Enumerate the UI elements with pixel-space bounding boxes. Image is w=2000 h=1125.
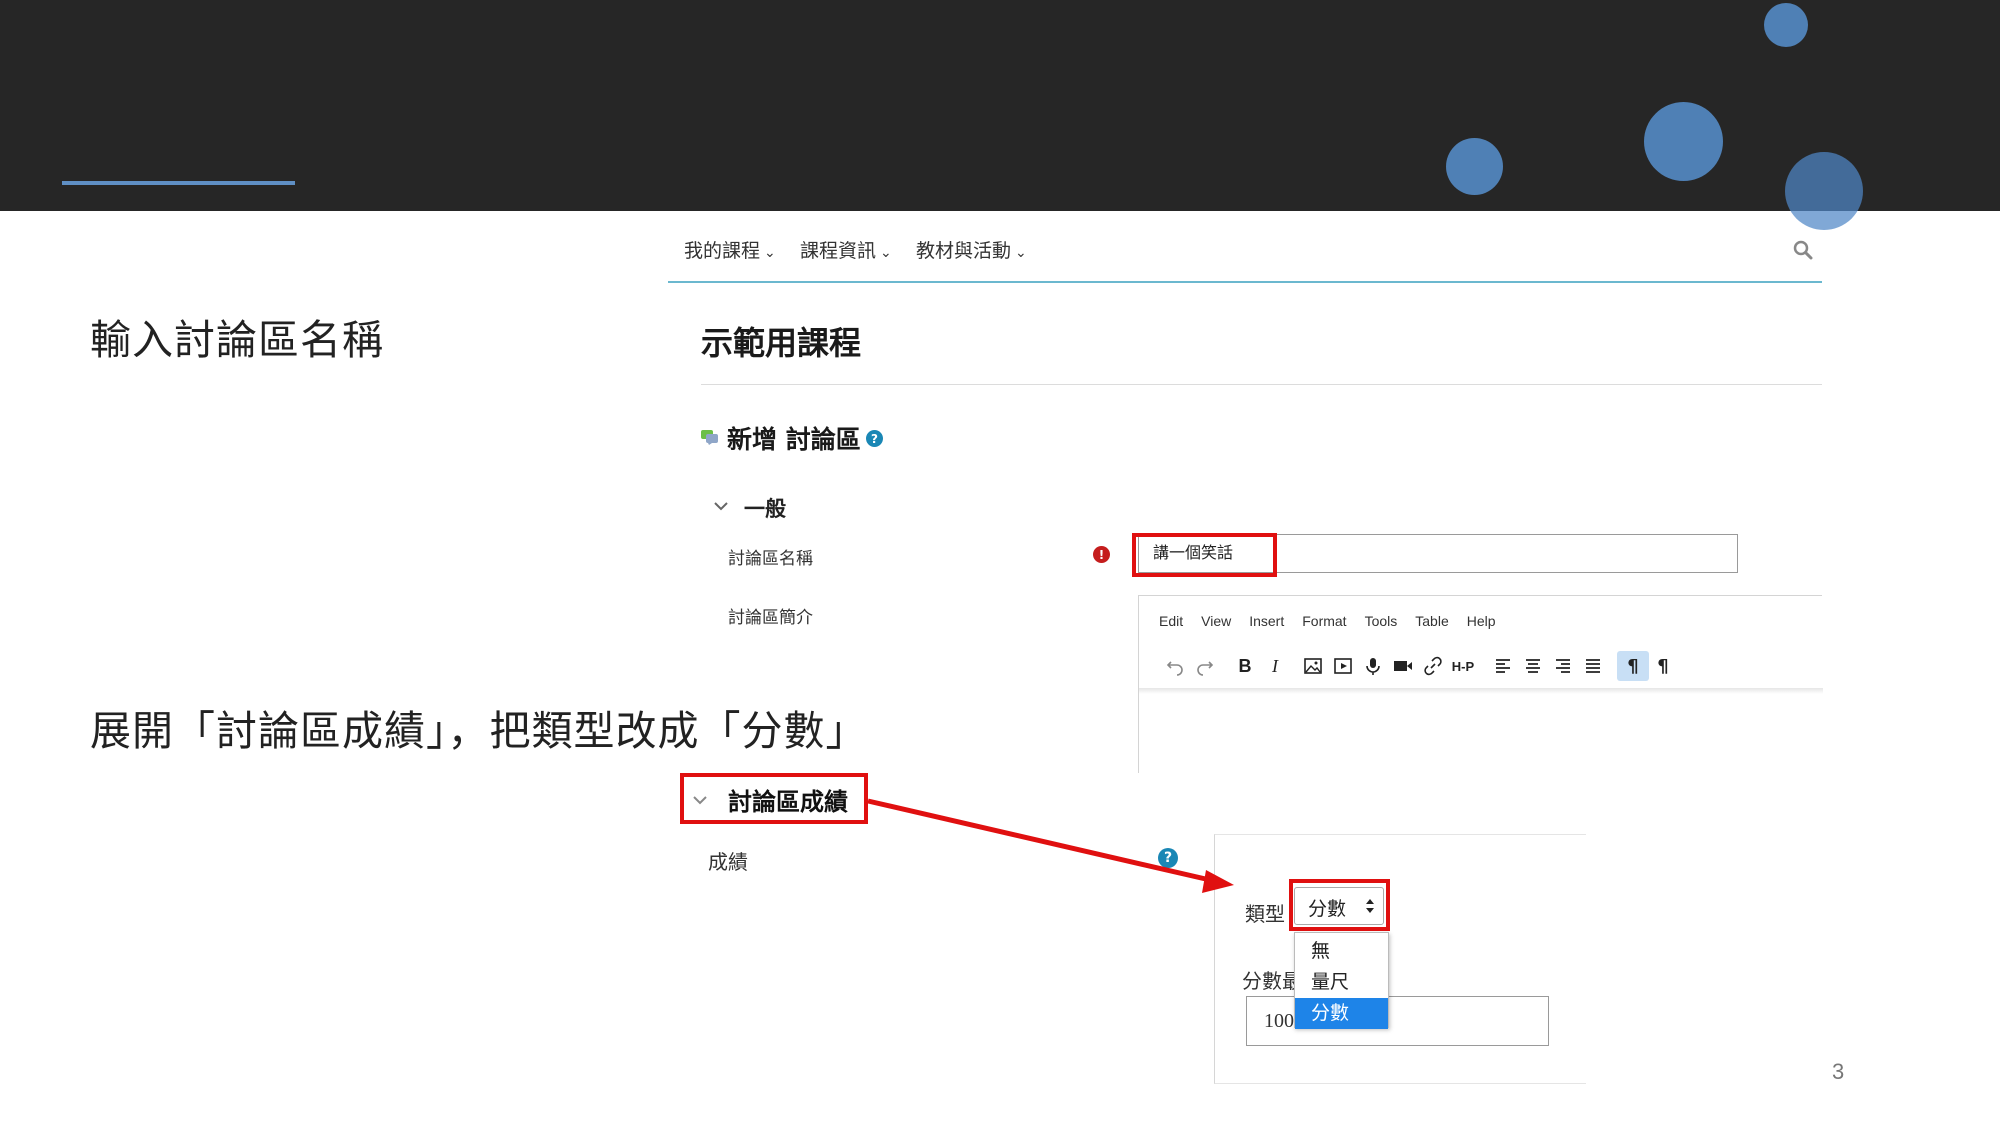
align-right-icon[interactable] — [1547, 651, 1579, 681]
help-icon[interactable]: ? — [1158, 848, 1178, 868]
decorative-circle — [1785, 152, 1863, 230]
menu-edit[interactable]: Edit — [1159, 613, 1183, 629]
decorative-circle — [1644, 102, 1723, 181]
decorative-circle — [1764, 3, 1808, 47]
section-general-title[interactable]: 一般 — [744, 493, 786, 523]
course-title: 示範用課程 — [701, 324, 862, 362]
menu-insert[interactable]: Insert — [1249, 613, 1284, 629]
undo-icon[interactable] — [1159, 651, 1191, 681]
max-grade-label: 分數最 — [1242, 969, 1302, 993]
menu-format[interactable]: Format — [1302, 613, 1346, 629]
search-icon[interactable] — [1793, 240, 1813, 260]
nav-my-courses[interactable]: 我的課程 ⌄ — [684, 236, 776, 263]
instruction-enter-forum-name: 輸入討論區名稱 — [90, 316, 384, 364]
nav-label: 教材與活動 — [916, 240, 1012, 262]
media-icon[interactable] — [1327, 651, 1359, 681]
divider — [701, 384, 1822, 385]
help-icon[interactable]: ? — [866, 430, 883, 447]
record-video-icon[interactable] — [1387, 651, 1419, 681]
chevron-down-icon: ⌄ — [764, 245, 776, 261]
highlight-box — [1289, 879, 1390, 931]
rtl-icon[interactable]: ¶ — [1647, 651, 1679, 681]
bold-icon[interactable]: B — [1229, 651, 1261, 681]
redo-icon[interactable] — [1189, 651, 1221, 681]
menu-tools[interactable]: Tools — [1365, 613, 1398, 629]
option-scale[interactable]: 量尺 — [1295, 967, 1388, 998]
required-icon: ! — [1093, 546, 1110, 563]
editor-menubar: Edit View Insert Format Tools Table Help — [1159, 613, 1496, 629]
image-icon[interactable] — [1297, 651, 1329, 681]
grade-settings-panel — [1214, 834, 1586, 1084]
menu-help[interactable]: Help — [1467, 613, 1496, 629]
chevron-down-icon: ⌄ — [880, 245, 892, 261]
nav-materials-activities[interactable]: 教材與活動 ⌄ — [916, 236, 1027, 263]
record-audio-icon[interactable] — [1357, 651, 1389, 681]
forum-name-label: 討論區名稱 — [728, 549, 813, 569]
nav-course-info[interactable]: 課程資訊 ⌄ — [800, 236, 892, 263]
option-point[interactable]: 分數 — [1295, 998, 1388, 1029]
section-forum-grade-title[interactable]: 討論區成績 — [728, 782, 848, 817]
grade-label: 成績 — [708, 850, 748, 874]
grade-type-dropdown: 無 量尺 分數 — [1294, 932, 1389, 1029]
align-center-icon[interactable] — [1517, 651, 1549, 681]
instruction-set-grade-type: 展開「討論區成績」，把類型改成「分數」 — [90, 707, 868, 755]
grade-type-label: 類型 — [1245, 902, 1285, 926]
link-icon[interactable] — [1417, 651, 1449, 681]
menu-table[interactable]: Table — [1415, 613, 1448, 629]
course-nav-bar: 我的課程 ⌄ 課程資訊 ⌄ 教材與活動 ⌄ — [668, 226, 1822, 283]
forum-intro-label: 討論區簡介 — [728, 608, 813, 628]
toolbar-shadow — [1139, 688, 1823, 694]
highlight-box — [1132, 533, 1277, 577]
chevron-down-icon[interactable] — [713, 498, 729, 514]
forum-icon — [701, 430, 718, 445]
align-left-icon[interactable] — [1487, 651, 1519, 681]
max-grade-input[interactable]: 100 — [1246, 996, 1549, 1046]
page-number: 3 — [1832, 1059, 1845, 1084]
menu-view[interactable]: View — [1201, 613, 1231, 629]
align-justify-icon[interactable] — [1577, 651, 1609, 681]
option-none[interactable]: 無 — [1295, 936, 1388, 967]
nav-label: 課程資訊 — [800, 240, 877, 262]
ltr-icon[interactable]: ¶ — [1617, 651, 1649, 681]
rich-text-editor[interactable]: Edit View Insert Format Tools Table Help… — [1138, 595, 1823, 773]
page-heading: 新增 討論區 — [727, 425, 861, 454]
h5p-icon[interactable]: H-P — [1447, 651, 1479, 681]
accent-line — [62, 181, 295, 185]
nav-label: 我的課程 — [684, 240, 761, 262]
italic-icon[interactable]: I — [1259, 651, 1291, 681]
chevron-down-icon[interactable] — [692, 792, 708, 808]
decorative-circle — [1446, 138, 1503, 195]
chevron-down-icon: ⌄ — [1015, 245, 1027, 261]
